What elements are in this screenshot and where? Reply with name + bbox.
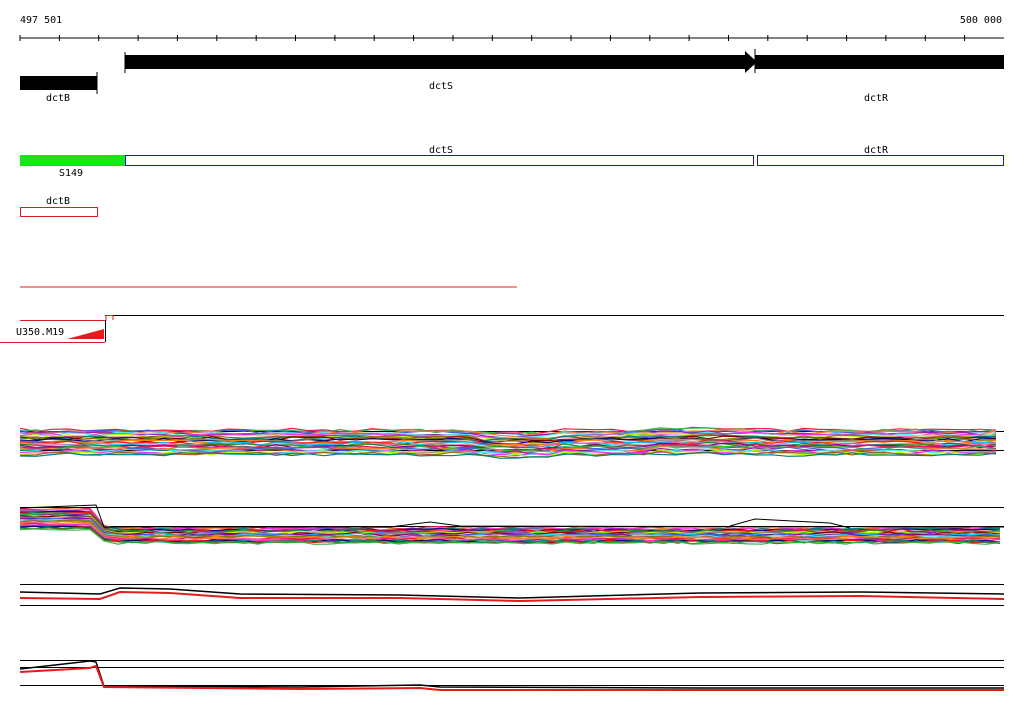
ruler-start-label: 497 501	[20, 15, 62, 26]
marker-bracket	[20, 315, 114, 321]
expression-trace	[20, 510, 1000, 532]
coordinate-ruler: 497 501 500 000	[19, 15, 1004, 41]
marker-label[interactable]: U350.M19	[16, 327, 64, 338]
expression-trace	[19, 660, 1004, 689]
annotation-dctS-box[interactable]	[125, 155, 754, 166]
gene-dctB[interactable]: dctB	[20, 72, 98, 104]
lower-feature-box	[20, 207, 98, 217]
expression-panel-multi-2	[19, 504, 1005, 545]
ruler-end-label: 500 000	[960, 15, 1002, 26]
gene-dctB-bar	[20, 76, 97, 90]
lower-feature-label: dctB	[46, 196, 70, 207]
gene-dctR-label: dctR	[864, 93, 889, 104]
annotation-dctS-label: dctS	[429, 145, 453, 156]
gene-dctS-bar	[125, 55, 747, 69]
gene-dctS-label: dctS	[429, 81, 453, 92]
expression-panel-pair-2	[19, 660, 1004, 691]
lower-feature-dctB[interactable]: dctB	[20, 196, 98, 217]
gene-track: dctB dctS dctR	[20, 49, 1004, 104]
gene-dctB-label: dctB	[46, 93, 70, 104]
genome-browser-view: 497 501 500 000 dctB dctS dctR S149 dctS…	[0, 15, 1005, 691]
gene-dctR-bar	[755, 55, 1004, 69]
annotation-track: S149 dctS dctR	[20, 145, 1004, 179]
gene-dctR[interactable]: dctR	[754, 49, 1004, 104]
annotation-dctR-label: dctR	[864, 145, 889, 156]
gene-dctS[interactable]: dctS	[124, 51, 757, 92]
expression-trace	[19, 504, 1005, 528]
expression-panel-pair-1	[19, 584, 1005, 606]
marker-track: U350.M19	[0, 315, 1004, 343]
segment-s149-label: S149	[59, 168, 83, 179]
segment-s149-bar[interactable]	[20, 155, 125, 166]
expression-trace	[19, 590, 1005, 603]
expression-panel-multi-1	[19, 426, 1004, 459]
annotation-dctR-box[interactable]	[757, 155, 1004, 166]
marker-triangle	[67, 329, 104, 339]
